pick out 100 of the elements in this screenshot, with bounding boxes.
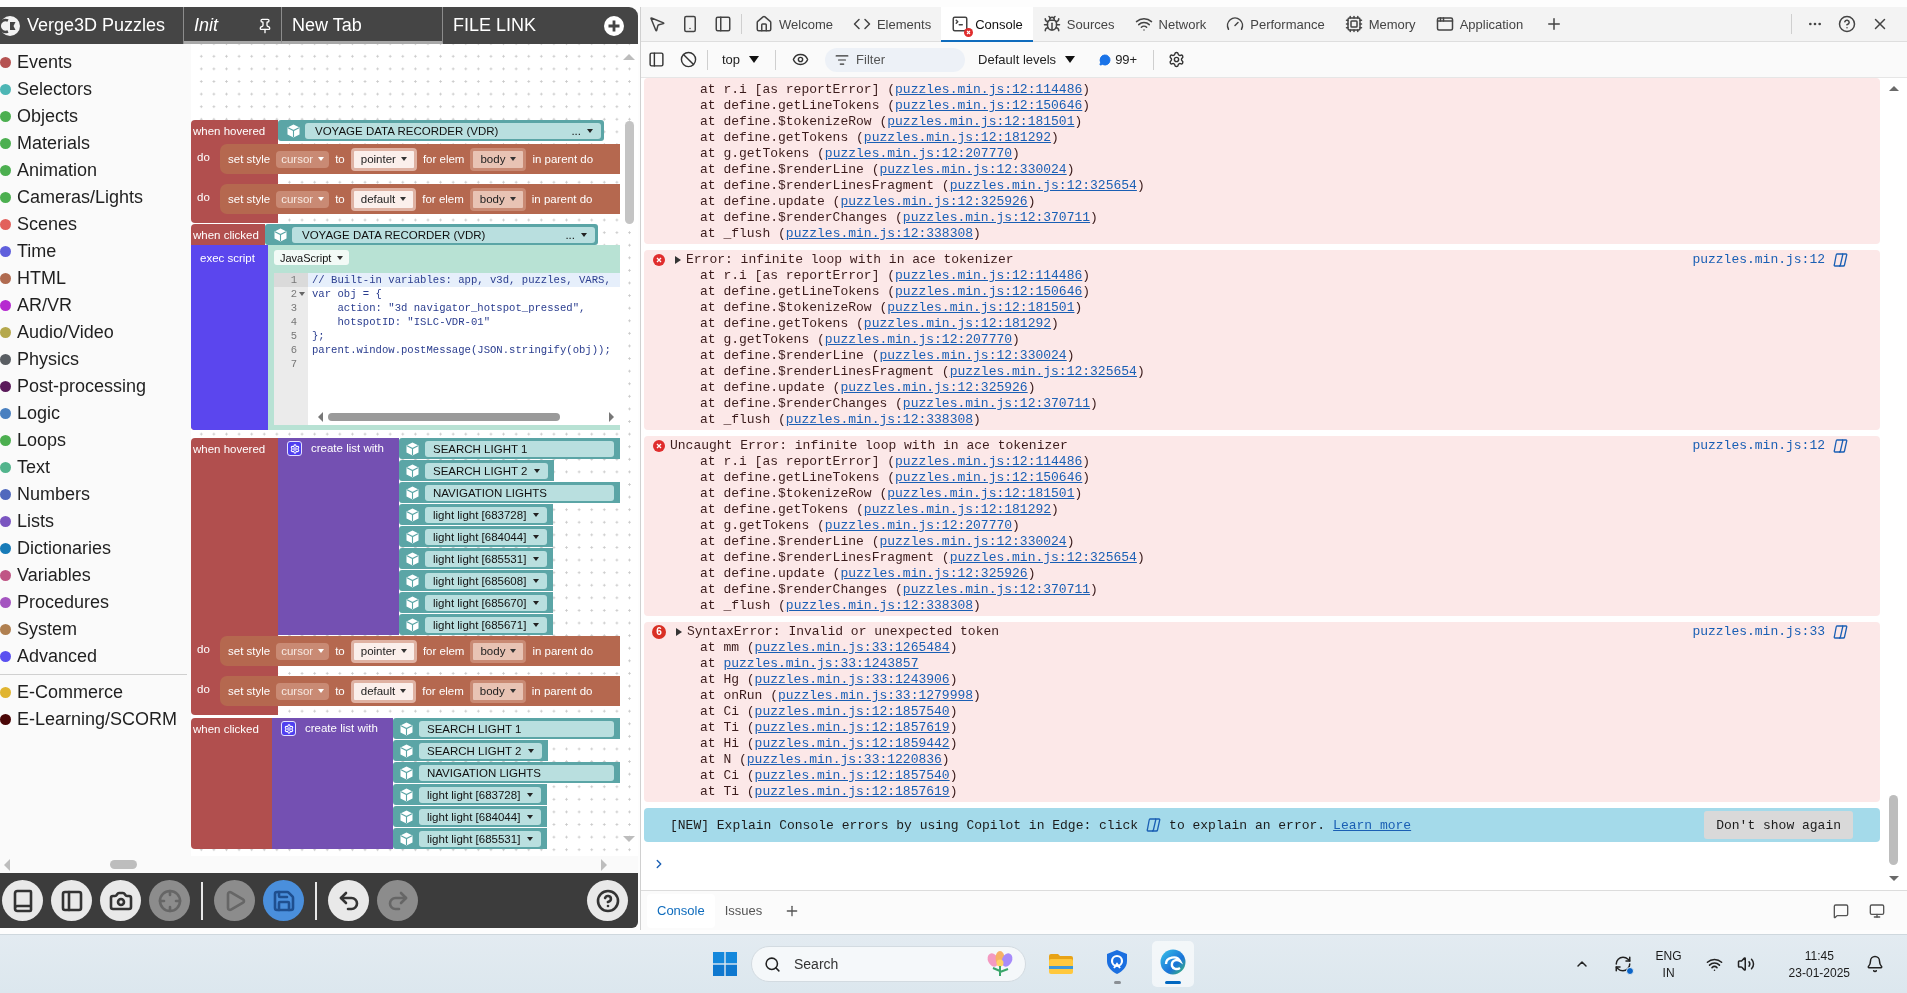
issues-button[interactable]: 99+: [1097, 46, 1140, 73]
stack-link[interactable]: puzzles.min.js:12:338308: [785, 598, 974, 613]
stack-link[interactable]: puzzles.min.js:33:1279998: [778, 688, 974, 703]
object-dropdown[interactable]: light light [683728]: [425, 506, 548, 523]
levels-dropdown[interactable]: Default levels: [974, 46, 1080, 73]
stack-link[interactable]: puzzles.min.js:12:338308: [785, 412, 974, 427]
element-dropdown[interactable]: body: [470, 147, 527, 171]
context-dropdown[interactable]: top: [718, 46, 764, 73]
element-dropdown[interactable]: body: [469, 679, 526, 703]
category-item[interactable]: Variables: [0, 562, 191, 589]
eye-icon[interactable]: [792, 51, 810, 68]
category-item[interactable]: E-Commerce: [0, 679, 191, 706]
workspace-tab[interactable]: FILE LINK: [443, 7, 595, 44]
monitor-icon[interactable]: [1869, 902, 1885, 919]
category-item[interactable]: AR/VR: [0, 292, 191, 319]
object-dropdown[interactable]: light light [684044]: [425, 528, 548, 545]
object-dropdown[interactable]: NAVIGATION LIGHTS: [425, 484, 614, 501]
copilot-icon[interactable]: [1146, 818, 1162, 832]
stack-link[interactable]: puzzles.min.js:12:181292: [863, 316, 1052, 331]
help-icon[interactable]: [1838, 15, 1856, 33]
stack-link[interactable]: puzzles.min.js:12:330024: [879, 348, 1067, 363]
bell-icon[interactable]: [1866, 955, 1884, 973]
learn-more-link[interactable]: Learn more: [1333, 817, 1412, 833]
stack-link[interactable]: puzzles.min.js:12:325654: [949, 178, 1137, 193]
copilot-icon[interactable]: [1833, 253, 1848, 267]
devtools-tab[interactable]: Elements: [842, 6, 942, 42]
stack-link[interactable]: puzzles.min.js:12:338308: [785, 226, 974, 241]
source-link[interactable]: puzzles.min.js:12: [1692, 438, 1825, 454]
stack-link[interactable]: puzzles.min.js:12:1859442: [754, 736, 950, 751]
clock-time[interactable]: 11:45: [1804, 948, 1834, 963]
pin-icon[interactable]: [257, 17, 273, 34]
stack-link[interactable]: puzzles.min.js:12:1857540: [754, 768, 950, 783]
object-dropdown[interactable]: VOYAGE DATA RECORDER (VDR) ...: [292, 226, 595, 243]
expand-icon[interactable]: [676, 628, 682, 636]
object-dropdown[interactable]: light light [685608]: [425, 572, 548, 589]
search-button[interactable]: Search: [751, 946, 1026, 982]
stack-link[interactable]: puzzles.min.js:33:1243906: [754, 672, 950, 687]
stack-link[interactable]: puzzles.min.js:12:370711: [902, 582, 1091, 597]
message-icon[interactable]: [1833, 902, 1849, 919]
save-button[interactable]: [263, 880, 304, 921]
value-dropdown[interactable]: pointer: [350, 639, 417, 663]
stack-link[interactable]: puzzles.min.js:33:1265484: [754, 640, 950, 655]
devtools-tab[interactable]: Application: [1425, 6, 1534, 42]
category-item[interactable]: Cameras/Lights: [0, 184, 191, 211]
category-item[interactable]: Selectors: [0, 76, 191, 103]
category-item[interactable]: Scenes: [0, 211, 191, 238]
filter-field[interactable]: Filter: [825, 47, 966, 72]
stack-link[interactable]: puzzles.min.js:12:325654: [949, 550, 1137, 565]
settings-icon[interactable]: [1168, 51, 1186, 68]
four-squares-icon[interactable]: [713, 952, 737, 976]
category-item[interactable]: Objects: [0, 103, 191, 130]
speaker-icon[interactable]: [1736, 955, 1755, 973]
category-item[interactable]: Physics: [0, 346, 191, 373]
copilot-icon[interactable]: [1833, 439, 1848, 453]
region-indicator[interactable]: IN: [1662, 965, 1675, 980]
panel-button[interactable]: [51, 880, 92, 921]
pointer-icon[interactable]: [648, 15, 666, 33]
devtools-tab[interactable]: Welcome: [745, 6, 843, 42]
stack-link[interactable]: puzzles.min.js:12:370711: [902, 396, 1091, 411]
stack-link[interactable]: puzzles.min.js:12:181501: [887, 114, 1075, 129]
object-dropdown[interactable]: SEARCH LIGHT 1: [419, 720, 614, 737]
phone-icon[interactable]: [681, 15, 699, 33]
object-dropdown[interactable]: VOYAGE DATA RECORDER (VDR) ...: [305, 122, 601, 139]
category-item[interactable]: Loops: [0, 427, 191, 454]
category-item[interactable]: Advanced: [0, 643, 191, 670]
category-item[interactable]: System: [0, 616, 191, 643]
category-item[interactable]: Materials: [0, 130, 191, 157]
stack-link[interactable]: puzzles.min.js:12:325926: [840, 380, 1028, 395]
stack-link[interactable]: puzzles.min.js:12:1857540: [754, 704, 950, 719]
object-dropdown[interactable]: light light [685670]: [425, 594, 548, 611]
devtools-tab[interactable]: Memory: [1334, 6, 1426, 42]
scrollbar-thumb[interactable]: [110, 860, 137, 869]
taskbar-app-button[interactable]: [1152, 941, 1194, 987]
stack-link[interactable]: puzzles.min.js:12:207770: [824, 518, 1013, 533]
stack-link[interactable]: puzzles.min.js:12:330024: [879, 534, 1067, 549]
value-dropdown[interactable]: default: [350, 679, 417, 703]
category-item[interactable]: Time: [0, 238, 191, 265]
undo-button[interactable]: [328, 880, 369, 921]
drawer-tab[interactable]: Issues: [714, 893, 773, 928]
stack-link[interactable]: puzzles.min.js:12:1857619: [754, 720, 950, 735]
category-item[interactable]: Logic: [0, 400, 191, 427]
category-item[interactable]: Text: [0, 454, 191, 481]
clock-date[interactable]: 23-01-2025: [1788, 965, 1850, 980]
object-dropdown[interactable]: light light [684044]: [419, 808, 542, 825]
category-item[interactable]: Events: [0, 49, 191, 76]
object-dropdown[interactable]: NAVIGATION LIGHTS: [419, 764, 614, 781]
devtools-tab[interactable]: Console: [941, 6, 1033, 42]
stack-link[interactable]: puzzles.min.js:12:207770: [824, 332, 1013, 347]
object-dropdown[interactable]: light light [685531]: [419, 830, 542, 847]
category-item[interactable]: E-Learning/SCORM: [0, 706, 191, 733]
stack-link[interactable]: puzzles.min.js:12:1857619: [754, 784, 950, 799]
stack-link[interactable]: puzzles.min.js:12:114486: [895, 268, 1083, 283]
category-item[interactable]: HTML: [0, 265, 191, 292]
scrollbar-thumb[interactable]: [328, 412, 560, 421]
category-item[interactable]: Animation: [0, 157, 191, 184]
value-dropdown[interactable]: default: [350, 187, 417, 211]
ban-icon[interactable]: [680, 51, 697, 68]
expand-icon[interactable]: [675, 256, 681, 264]
fold-caret-icon[interactable]: [299, 292, 305, 296]
object-dropdown[interactable]: SEARCH LIGHT 2: [425, 462, 549, 479]
